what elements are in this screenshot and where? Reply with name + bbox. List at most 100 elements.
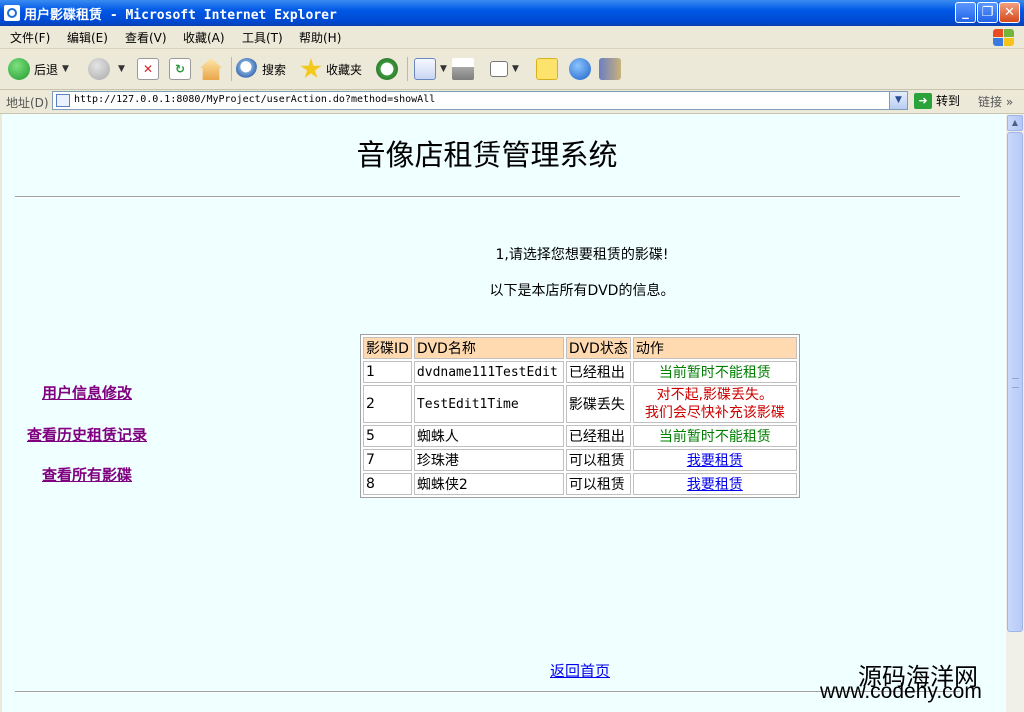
title-bar: 用户影碟租赁 - Microsoft Internet Explorer _ ❐… bbox=[0, 0, 1024, 26]
dvd-status: 已经租出 bbox=[565, 361, 631, 383]
stop-button[interactable]: ✕ bbox=[137, 55, 159, 83]
research-icon bbox=[599, 58, 621, 80]
menu-tools[interactable]: 工具(T) bbox=[242, 29, 283, 46]
header-id: 影碟ID bbox=[363, 337, 412, 359]
table-row: 2 TestEdit1Time 影碟丢失 对不起,影碟丢失。 我们会尽快补充该影… bbox=[363, 385, 797, 423]
go-arrow-icon: ➜ bbox=[914, 92, 932, 109]
mail-dropdown-icon[interactable]: ▼ bbox=[440, 64, 447, 74]
dvd-id: 1 bbox=[363, 361, 412, 383]
forward-dropdown-icon[interactable]: ▼ bbox=[118, 64, 125, 74]
go-button[interactable]: ➜ 转到 bbox=[914, 92, 960, 109]
dvd-name: 蜘蛛人 bbox=[413, 425, 564, 447]
links-button[interactable]: 链接 » bbox=[978, 93, 1013, 110]
favorites-star-icon bbox=[300, 58, 322, 79]
page-title: 音像店租赁管理系统 bbox=[356, 138, 618, 172]
mail-button[interactable]: ▼ bbox=[414, 55, 447, 83]
ie-icon bbox=[4, 5, 20, 21]
go-label: 转到 bbox=[936, 94, 961, 108]
search-icon bbox=[236, 58, 258, 80]
edit-icon bbox=[490, 61, 508, 77]
back-home-link[interactable]: 返回首页 bbox=[550, 660, 610, 681]
instruction-text: 1,请选择您想要租赁的影碟! bbox=[495, 247, 669, 263]
minimize-button[interactable]: _ bbox=[955, 2, 976, 23]
sidebar-item-edit-profile: 用户信息修改 bbox=[2, 382, 172, 403]
vertical-scrollbar[interactable]: ▲ bbox=[1006, 114, 1024, 712]
window-title: 用户影碟租赁 - Microsoft Internet Explorer bbox=[24, 8, 337, 23]
dvd-name: dvdname111TestEdit bbox=[413, 361, 564, 383]
rent-link[interactable]: 我要租赁 bbox=[687, 453, 743, 469]
edit-button[interactable]: ▼ bbox=[490, 55, 519, 83]
dvd-name: 珍珠港 bbox=[413, 449, 564, 471]
dvd-action-cell: 我要租赁 bbox=[632, 449, 797, 471]
forward-button[interactable]: ▼ bbox=[88, 55, 125, 83]
notes-button[interactable] bbox=[536, 55, 558, 83]
address-input[interactable]: http://127.0.0.1:8080/MyProject/userActi… bbox=[52, 91, 908, 110]
notes-icon bbox=[536, 58, 558, 80]
menu-view[interactable]: 查看(V) bbox=[125, 29, 167, 46]
rent-link[interactable]: 我要租赁 bbox=[687, 477, 743, 493]
stop-icon: ✕ bbox=[137, 58, 159, 80]
search-label: 搜索 bbox=[262, 62, 287, 77]
refresh-button[interactable]: ↻ bbox=[169, 55, 191, 83]
page-viewport: 音像店租赁管理系统 1,请选择您想要租赁的影碟! 以下是本店所有DVD的信息。 … bbox=[2, 114, 1006, 712]
toolbar-separator bbox=[231, 57, 232, 81]
dvd-name: TestEdit1Time bbox=[413, 385, 564, 423]
favorites-button[interactable]: 收藏夹 bbox=[300, 55, 362, 83]
dvd-id: 8 bbox=[363, 473, 412, 495]
menu-favorites[interactable]: 收藏(A) bbox=[183, 29, 225, 46]
sidebar-item-all-dvds: 查看所有影碟 bbox=[2, 464, 172, 485]
close-button[interactable]: ✕ bbox=[999, 2, 1020, 23]
rental-history-link[interactable]: 查看历史租赁记录 bbox=[27, 426, 147, 444]
history-icon bbox=[376, 58, 398, 80]
scroll-up-icon[interactable]: ▲ bbox=[1007, 115, 1023, 131]
menu-help[interactable]: 帮助(H) bbox=[299, 29, 341, 46]
top-divider bbox=[15, 196, 960, 198]
toolbar-separator bbox=[407, 57, 408, 81]
dvd-table: 影碟ID DVD名称 DVD状态 动作 1 dvdname111TestEdit… bbox=[360, 334, 800, 498]
dvd-status: 可以租赁 bbox=[565, 449, 631, 471]
menu-file[interactable]: 文件(F) bbox=[10, 29, 50, 46]
sidebar-item-rental-history: 查看历史租赁记录 bbox=[2, 424, 172, 445]
maximize-button[interactable]: ❐ bbox=[977, 2, 998, 23]
messenger-button[interactable] bbox=[569, 55, 595, 83]
address-dropdown-icon[interactable]: ▼ bbox=[889, 92, 907, 109]
favorites-label: 收藏夹 bbox=[326, 62, 363, 77]
home-button[interactable] bbox=[200, 55, 222, 83]
table-header-row: 影碟ID DVD名称 DVD状态 动作 bbox=[363, 337, 797, 359]
address-url[interactable]: http://127.0.0.1:8080/MyProject/userActi… bbox=[74, 94, 435, 105]
edit-profile-link[interactable]: 用户信息修改 bbox=[42, 384, 132, 402]
dvd-action-cell: 我要租赁 bbox=[632, 473, 797, 495]
header-name: DVD名称 bbox=[413, 337, 564, 359]
dvd-action-unavailable: 当前暂时不能租赁 bbox=[632, 425, 797, 447]
dvd-action-unavailable: 当前暂时不能租赁 bbox=[632, 361, 797, 383]
back-arrow-icon bbox=[8, 58, 30, 80]
edit-dropdown-icon[interactable]: ▼ bbox=[512, 64, 519, 74]
home-icon bbox=[200, 58, 222, 80]
all-dvds-link[interactable]: 查看所有影碟 bbox=[42, 466, 132, 484]
scroll-thumb[interactable] bbox=[1007, 132, 1023, 632]
table-row: 1 dvdname111TestEdit 已经租出 当前暂时不能租赁 bbox=[363, 361, 797, 383]
dvd-status: 可以租赁 bbox=[565, 473, 631, 495]
address-label: 地址(D) bbox=[6, 96, 49, 110]
research-button[interactable] bbox=[599, 55, 621, 83]
toolbar: 后退 ▼ ▼ ✕ ↻ 搜索 收藏夹 ▼ ▼ bbox=[0, 49, 1024, 90]
history-button[interactable] bbox=[376, 55, 402, 83]
back-button[interactable]: 后退 ▼ bbox=[8, 55, 69, 83]
menu-edit[interactable]: 编辑(E) bbox=[67, 29, 108, 46]
header-status: DVD状态 bbox=[565, 337, 631, 359]
dvd-id: 5 bbox=[363, 425, 412, 447]
table-row: 7 珍珠港 可以租赁 我要租赁 bbox=[363, 449, 797, 471]
info-text: 以下是本店所有DVD的信息。 bbox=[489, 283, 675, 299]
search-button[interactable]: 搜索 bbox=[236, 55, 286, 83]
address-bar: 地址(D) http://127.0.0.1:8080/MyProject/us… bbox=[0, 90, 1024, 114]
lost-message-line2: 我们会尽快补充该影碟 bbox=[644, 405, 785, 421]
mail-icon bbox=[414, 58, 436, 80]
print-button[interactable] bbox=[452, 55, 474, 83]
back-label: 后退 bbox=[34, 62, 59, 77]
dvd-id: 7 bbox=[363, 449, 412, 471]
back-dropdown-icon[interactable]: ▼ bbox=[62, 64, 69, 74]
refresh-icon: ↻ bbox=[169, 58, 191, 80]
dvd-status: 影碟丢失 bbox=[565, 385, 631, 423]
print-icon bbox=[452, 58, 474, 80]
menu-bar: 文件(F) 编辑(E) 查看(V) 收藏(A) 工具(T) 帮助(H) bbox=[0, 26, 1024, 49]
